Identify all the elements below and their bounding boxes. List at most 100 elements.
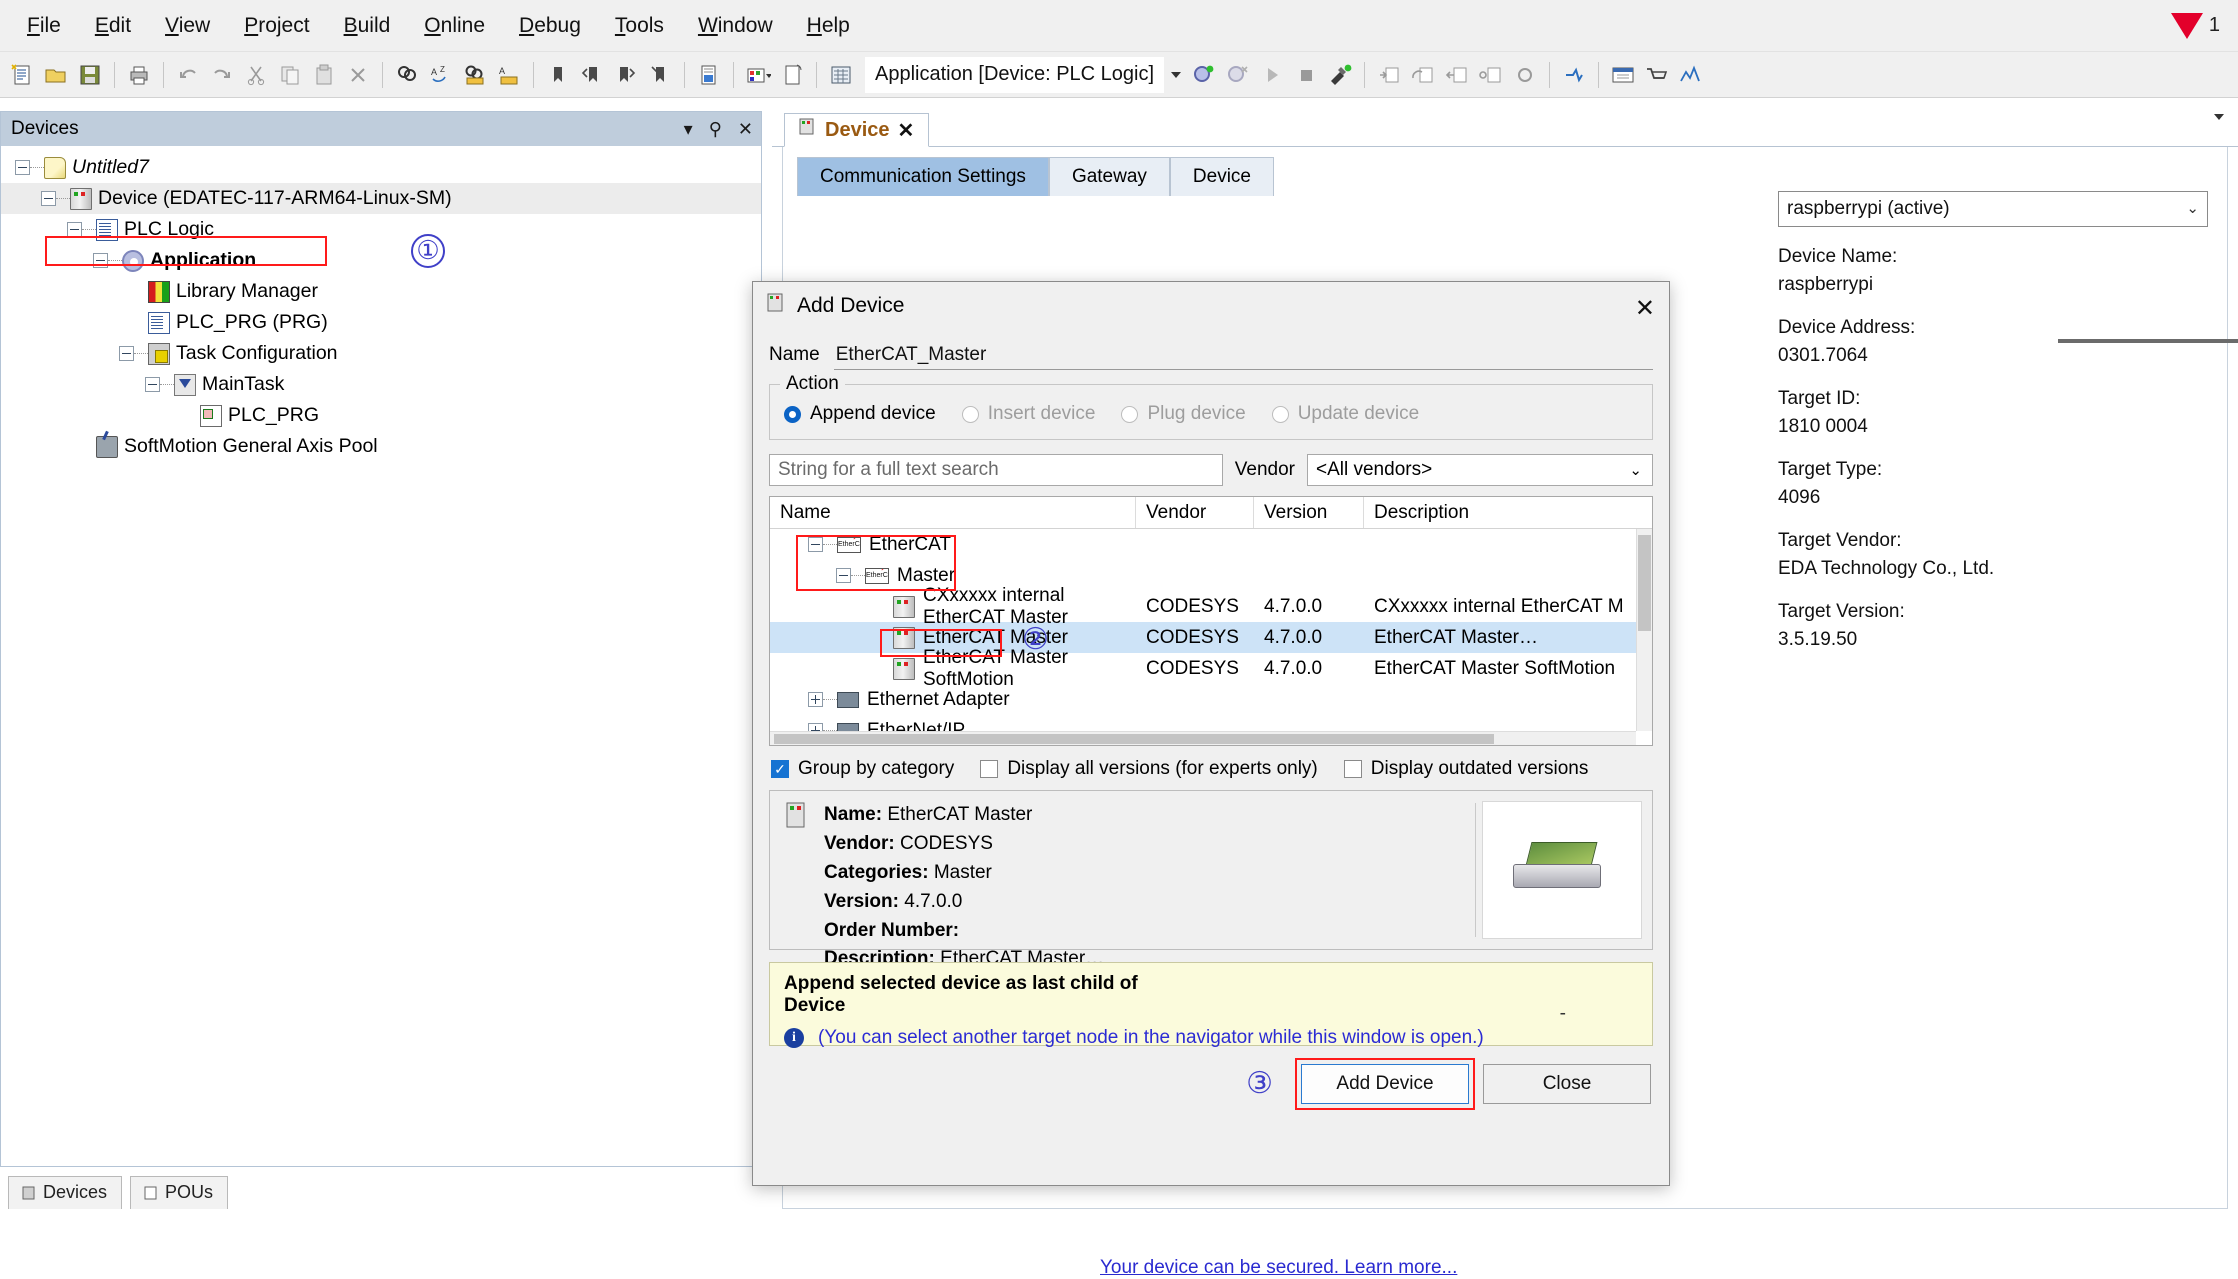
toolbar-separator <box>382 61 383 88</box>
device-list-row-version <box>1254 529 1364 560</box>
tabstrip-dropdown-icon[interactable] <box>2214 114 2224 142</box>
svg-text:Z: Z <box>440 65 445 74</box>
device-tree-item[interactable]: Task Configuration <box>1 338 761 369</box>
radio-update-device[interactable]: Update device <box>1271 403 1419 425</box>
device-tree-item[interactable]: Device (EDATEC-117-ARM64-Linux-SM) <box>1 183 761 214</box>
bottom-tab-pous[interactable]: POUs <box>130 1176 229 1209</box>
radio-append-device[interactable]: Append device <box>784 403 936 425</box>
bookmark-icon[interactable] <box>542 59 574 91</box>
tree-connector <box>134 353 148 354</box>
login-icon[interactable] <box>1188 59 1220 91</box>
application-dropdown-icon[interactable] <box>1166 56 1187 93</box>
device-tree-item[interactable]: SoftMotion General Axis Pool <box>1 431 761 462</box>
application-selector[interactable]: Application [Device: PLC Logic] <box>865 56 1165 93</box>
device-tree-item[interactable]: MainTask <box>1 369 761 400</box>
device-tree-item[interactable]: Library Manager <box>1 276 761 307</box>
menu-item-help[interactable]: Help <box>790 8 867 44</box>
tree-expander-icon[interactable] <box>119 346 134 361</box>
column-header-version[interactable]: Version <box>1254 497 1364 528</box>
device-tree-item[interactable]: PLC_PRG <box>1 400 761 431</box>
tree-expander-icon[interactable] <box>67 222 82 237</box>
build-icon[interactable] <box>693 59 725 91</box>
device-list[interactable]: Name Vendor Version Description EtherCAT… <box>769 496 1653 746</box>
trace-icon[interactable] <box>1675 59 1707 91</box>
device-tree-item[interactable]: PLC_PRG (PRG) <box>1 307 761 338</box>
device-list-row[interactable]: Ethernet Adapter <box>770 684 1652 715</box>
radio-update-dot <box>1271 405 1289 423</box>
prev-bookmark-icon[interactable] <box>576 59 608 91</box>
warning-indicator[interactable]: 1 <box>2170 12 2220 39</box>
editor-tab-device[interactable]: Device ✕ <box>784 113 930 147</box>
menu-item-debug[interactable]: Debug <box>502 8 598 44</box>
editor-tab-close-icon[interactable]: ✕ <box>898 118 915 143</box>
device-address-label: Device Address: <box>1778 317 1916 339</box>
toolbar: AZ A Application [Device: PLC Logic] <box>0 52 2238 98</box>
radio-plug-device[interactable]: Plug device <box>1121 403 1246 425</box>
menu-item-file[interactable]: FFileile <box>10 8 78 44</box>
device-tree-item[interactable]: PLC Logic <box>1 214 761 245</box>
menu-item-view[interactable]: View <box>148 8 227 44</box>
device-list-row[interactable]: CXxxxxx internal EtherCAT Master CODESYS 4… <box>770 585 1652 628</box>
replace-icon[interactable]: A <box>493 59 525 91</box>
gateway-select[interactable]: raspberrypi (active) ⌄ <box>1778 191 2208 227</box>
new-window-icon[interactable] <box>776 59 808 91</box>
device-secure-link[interactable]: Your device can be secured. Learn more..… <box>1100 1257 1457 1279</box>
checkbox-group-by-category[interactable]: ✓ Group by category <box>771 758 954 780</box>
device-list-hscrollbar[interactable] <box>770 731 1636 745</box>
scrollbar-thumb[interactable] <box>1638 535 1651 631</box>
find-icon[interactable] <box>391 59 423 91</box>
dialog-close-icon[interactable]: ✕ <box>1635 294 1655 323</box>
hscrollbar-thumb[interactable] <box>774 734 1494 744</box>
find-in-files-icon[interactable] <box>459 59 491 91</box>
open-folder-icon[interactable] <box>40 59 72 91</box>
tree-expander-icon[interactable] <box>41 191 56 206</box>
tree-expander-icon[interactable] <box>93 253 108 268</box>
search-input[interactable] <box>769 454 1223 486</box>
workspace: Devices ▾ ⚲ ✕ Untitled7 Device (EDATEC-11… <box>0 99 2238 1278</box>
menu-item-project[interactable]: Project <box>227 8 326 44</box>
config-icon[interactable] <box>1324 59 1356 91</box>
device-list-scrollbar[interactable] <box>1636 529 1652 731</box>
flow-icon[interactable] <box>1558 59 1590 91</box>
close-button[interactable]: Close <box>1483 1064 1651 1104</box>
radio-insert-device[interactable]: Insert device <box>961 403 1095 425</box>
vendor-select[interactable]: <All vendors> ⌄ <box>1307 454 1653 486</box>
grid-icon[interactable] <box>742 59 774 91</box>
close-icon[interactable]: ✕ <box>738 119 753 140</box>
column-header-description[interactable]: Description <box>1364 497 1652 528</box>
config-grid-icon[interactable] <box>825 59 857 91</box>
device-name-input[interactable] <box>833 340 1653 370</box>
menu-item-edit[interactable]: Edit <box>78 8 148 44</box>
column-header-name[interactable]: Name <box>770 497 1136 528</box>
clear-bookmark-icon[interactable] <box>644 59 676 91</box>
device-tree-item[interactable]: Untitled7 <box>1 152 761 183</box>
checkbox-display-outdated-versions[interactable]: Display outdated versions <box>1343 758 1588 780</box>
list-expander-icon[interactable] <box>808 692 823 707</box>
checkbox-display-all-versions[interactable]: Display all versions (for experts only) <box>980 758 1318 780</box>
column-header-vendor[interactable]: Vendor <box>1136 497 1254 528</box>
device-tree[interactable]: Untitled7 Device (EDATEC-117-ARM64-Linux-… <box>1 146 761 1166</box>
tree-expander-icon[interactable] <box>145 377 160 392</box>
menu-item-online[interactable]: Online <box>407 8 502 44</box>
tab-gateway[interactable]: Gateway <box>1048 157 1170 196</box>
cart-icon[interactable] <box>1641 59 1673 91</box>
menu-item-build[interactable]: Build <box>327 8 408 44</box>
tab-communication-settings[interactable]: Communication Settings <box>797 157 1049 196</box>
tab-device[interactable]: Device <box>1169 157 1274 196</box>
breakpoint-icon <box>1509 59 1541 91</box>
print-icon[interactable] <box>123 59 155 91</box>
save-icon[interactable] <box>74 59 106 91</box>
next-bookmark-icon[interactable] <box>610 59 642 91</box>
device-list-row[interactable]: EtherCAT Master SoftMotion CODESYS 4.7.0.0… <box>770 647 1652 690</box>
device-tree-item[interactable]: Application <box>1 245 761 276</box>
menu-item-tools[interactable]: Tools <box>598 8 681 44</box>
new-file-icon[interactable] <box>6 59 38 91</box>
menu-item-window[interactable]: Window <box>681 8 790 44</box>
tree-expander-icon[interactable] <box>15 160 30 175</box>
bottom-tab-devices[interactable]: Devices <box>8 1176 123 1209</box>
find-next-icon[interactable]: AZ <box>425 59 457 91</box>
plc-prg-icon <box>200 404 222 427</box>
watch-icon[interactable] <box>1607 59 1639 91</box>
pin-icon[interactable]: ⚲ <box>709 119 722 140</box>
dropdown-icon[interactable]: ▾ <box>684 119 693 140</box>
